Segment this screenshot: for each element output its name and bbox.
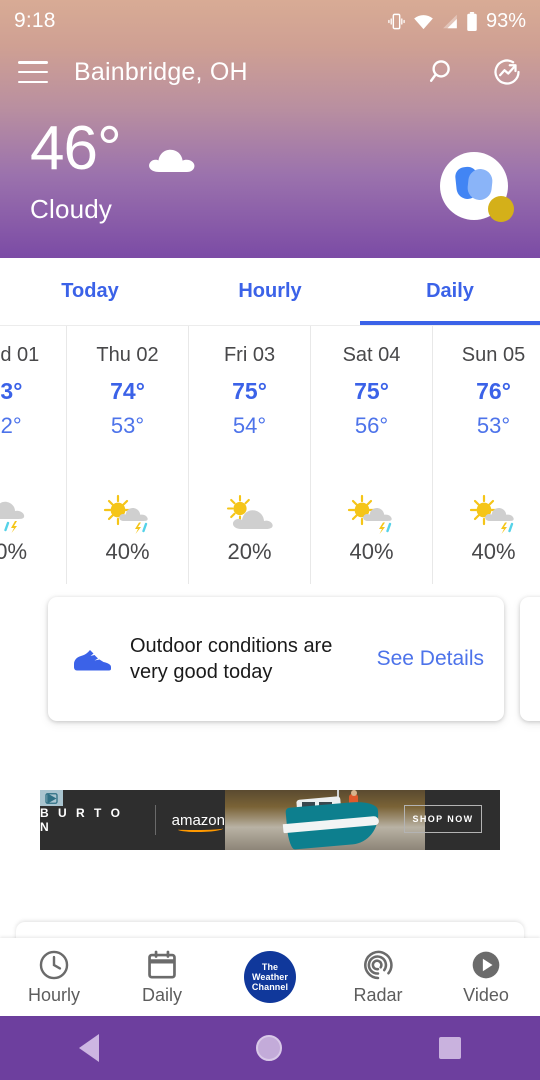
logo-line-2: Weather xyxy=(251,972,289,982)
outdoor-conditions-card[interactable]: Outdoor conditions are very good today S… xyxy=(48,597,504,721)
tab-today[interactable]: Today xyxy=(0,258,180,325)
forecast-day-label: Wed 01 xyxy=(0,344,40,366)
forecast-day-label: Thu 02 xyxy=(96,344,159,366)
forecast-low: 54° xyxy=(232,413,267,438)
cloud-icon xyxy=(148,149,195,172)
radar-icon xyxy=(364,950,393,980)
status-bar: 9:18 93% xyxy=(0,0,540,42)
app-bar: Bainbridge, OH xyxy=(0,42,540,102)
forecast-low: 53° xyxy=(110,413,145,438)
forecast-tabs: Today Hourly Daily xyxy=(0,258,540,326)
search-icon[interactable] xyxy=(428,57,458,87)
status-icons: 93% xyxy=(387,10,526,33)
ad-brand-name: B U R T O N xyxy=(40,806,123,834)
trending-circle-icon[interactable] xyxy=(492,57,522,87)
outdoor-conditions-text: Outdoor conditions are very good today xyxy=(130,635,333,683)
insight-card-carousel[interactable]: Outdoor conditions are very good today S… xyxy=(0,584,540,734)
android-navigation-bar xyxy=(0,1016,540,1080)
ad-brands: B U R T O N amazon xyxy=(40,790,225,850)
forecast-day-column[interactable]: Fri 03 75° 54° 20% xyxy=(188,326,310,584)
running-shoe-icon xyxy=(74,650,111,671)
nav-label-hourly: Hourly xyxy=(27,985,80,1005)
next-insight-card[interactable] xyxy=(520,597,540,721)
nav-item-hourly[interactable]: Hourly xyxy=(0,948,108,1006)
home-circle-icon[interactable] xyxy=(255,1035,282,1061)
logo-line-1: The xyxy=(261,962,279,972)
sun-cloud-icon xyxy=(226,494,273,529)
forecast-day-label: Sat 04 xyxy=(342,344,401,366)
header-hero: 9:18 93% Bainbridge, OH 46° Cloudy xyxy=(0,0,540,258)
forecast-high: 74° xyxy=(110,378,145,404)
ad-person-head xyxy=(351,790,357,796)
forecast-low: 56° xyxy=(354,413,389,438)
app-bar-actions xyxy=(428,57,522,87)
ad-cta-button[interactable]: SHOP NOW xyxy=(404,805,482,833)
wifi-icon xyxy=(414,14,433,29)
forecast-day-column[interactable]: Thu 02 74° 53° 40% xyxy=(66,326,188,584)
nav-item-video[interactable]: Video xyxy=(432,948,540,1006)
nav-item-radar[interactable]: Radar xyxy=(324,948,432,1006)
bottom-navigation: Hourly Daily The Weather Channel Radar V… xyxy=(0,938,540,1016)
forecast-precip-chance: 40% xyxy=(471,539,516,564)
forecast-precip-chance: 40% xyxy=(105,539,150,564)
daily-forecast-strip[interactable]: Wed 01 73° 52° 30% Thu 02 74° 53° xyxy=(0,326,540,584)
forecast-day-column[interactable]: Wed 01 73° 52° 30% xyxy=(0,326,66,584)
forecast-high: 75° xyxy=(354,378,389,404)
page-title: Bainbridge, OH xyxy=(74,57,248,86)
tab-daily[interactable]: Daily xyxy=(360,258,540,325)
back-triangle-icon[interactable] xyxy=(78,1034,99,1062)
clock-icon xyxy=(39,950,69,980)
recents-square-icon[interactable] xyxy=(439,1037,462,1059)
forecast-track: Wed 01 73° 52° 30% Thu 02 74° 53° xyxy=(0,326,540,584)
logo-line-3: Channel xyxy=(251,982,289,992)
google-assistant-orb-icon[interactable] xyxy=(440,152,514,222)
forecast-precip-chance: 20% xyxy=(227,539,272,564)
forecast-day-label: Fri 03 xyxy=(223,344,276,366)
ad-product-image xyxy=(225,790,425,850)
ad-cta-label: SHOP NOW xyxy=(412,814,474,824)
nav-label-radar: Radar xyxy=(353,985,403,1005)
nav-label-video: Video xyxy=(463,985,509,1005)
sun-cloud-storm-icon xyxy=(103,494,148,534)
forecast-high: 73° xyxy=(0,378,23,404)
assistant-blob-light xyxy=(466,167,494,202)
sun-cloud-storm-icon xyxy=(469,494,514,534)
vibrate-icon xyxy=(388,13,405,29)
current-temperature: 46° xyxy=(30,114,122,183)
nav-item-daily[interactable]: Daily xyxy=(108,948,216,1006)
ad-marketplace-name: amazon xyxy=(171,811,225,832)
tab-hourly[interactable]: Hourly xyxy=(180,258,360,325)
weather-app-screen: 9:18 93% Bainbridge, OH 46° Cloudy Today… xyxy=(0,0,540,1080)
hamburger-menu-icon[interactable] xyxy=(18,61,48,83)
battery-percent: 93% xyxy=(485,9,526,32)
forecast-precip-chance: 30% xyxy=(0,539,28,564)
nav-label-daily: Daily xyxy=(141,985,182,1005)
the-weather-channel-logo: The Weather Channel xyxy=(244,951,296,1003)
forecast-day-label: Sun 05 xyxy=(461,344,526,366)
forecast-precip-chance: 40% xyxy=(349,539,394,564)
battery-icon xyxy=(467,11,477,31)
sun-cloud-storm-icon xyxy=(347,494,392,534)
forecast-low: 52° xyxy=(0,413,22,438)
ad-divider xyxy=(154,805,156,835)
see-details-link[interactable]: See Details xyxy=(377,647,484,671)
forecast-high: 75° xyxy=(232,378,267,404)
play-circle-icon xyxy=(472,951,500,979)
status-time: 9:18 xyxy=(14,9,56,32)
ad-choices-icon[interactable] xyxy=(40,790,63,806)
calendar-icon xyxy=(148,950,176,979)
forecast-day-column[interactable]: Sun 05 76° 53° 40% xyxy=(432,326,540,584)
assistant-dot-yellow xyxy=(488,196,514,222)
rain-cloud-icon xyxy=(0,501,25,533)
advertisement-banner[interactable]: B U R T O N amazon SHOP NOW xyxy=(40,790,500,850)
forecast-day-column[interactable]: Sat 04 75° 56° 40% xyxy=(310,326,432,584)
cellular-signal-icon xyxy=(443,14,457,28)
forecast-high: 76° xyxy=(476,378,511,404)
forecast-low: 53° xyxy=(476,413,511,438)
nav-item-home-logo[interactable]: The Weather Channel xyxy=(216,951,324,1003)
